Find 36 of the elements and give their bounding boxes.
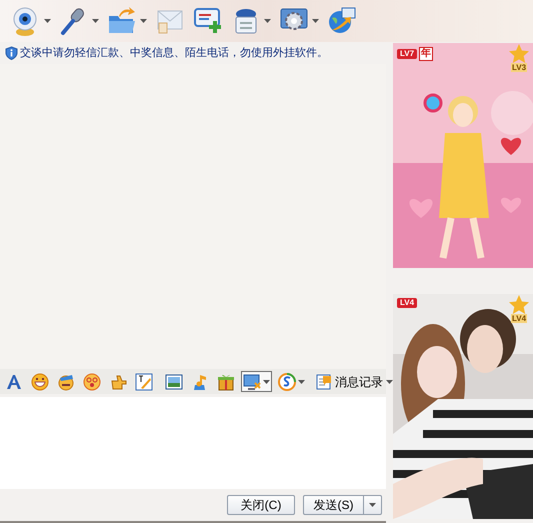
font-icon <box>5 372 23 390</box>
level-badge: LV4 <box>397 298 418 308</box>
info-icon <box>5 46 18 60</box>
caret-icon <box>298 380 305 384</box>
dizzy-face-icon <box>83 372 101 390</box>
notice-text: 交谈中请勿轻信汇款、中奖信息、陌生电话，勿使用外挂软件。 <box>20 46 328 61</box>
caret-icon <box>140 19 147 23</box>
caret-icon <box>264 19 271 23</box>
caret-icon <box>92 19 99 23</box>
chat-add-icon <box>193 6 223 36</box>
close-button[interactable]: 关闭(C) <box>227 495 295 515</box>
caret-icon <box>44 19 51 23</box>
history-icon <box>316 374 332 390</box>
caret-icon <box>369 503 376 507</box>
pointing-hand-icon <box>109 372 127 390</box>
level-label: LV3 <box>510 63 528 72</box>
level-badge: LV7 <box>397 49 418 59</box>
star-icon <box>509 44 529 63</box>
screenshot-icon <box>243 372 261 390</box>
message-history-button[interactable]: 消息记录 <box>315 371 394 392</box>
globe-arrow-icon <box>327 6 357 36</box>
smiley-icon <box>31 372 49 390</box>
level-label: LV4 <box>510 314 528 323</box>
caret-icon <box>386 380 393 384</box>
caret-icon <box>312 19 319 23</box>
toolbar-button[interactable] <box>241 371 272 392</box>
folder-icon <box>107 6 137 36</box>
text-edit-icon <box>135 372 153 390</box>
gift-icon <box>217 372 235 390</box>
year-badge: 年 <box>419 47 434 61</box>
toolbar-button[interactable] <box>133 371 155 392</box>
image-icon <box>165 372 183 390</box>
music-note-icon <box>191 372 209 390</box>
s-circle-icon <box>278 372 296 390</box>
caret-icon <box>263 380 270 384</box>
star-icon <box>509 295 529 314</box>
